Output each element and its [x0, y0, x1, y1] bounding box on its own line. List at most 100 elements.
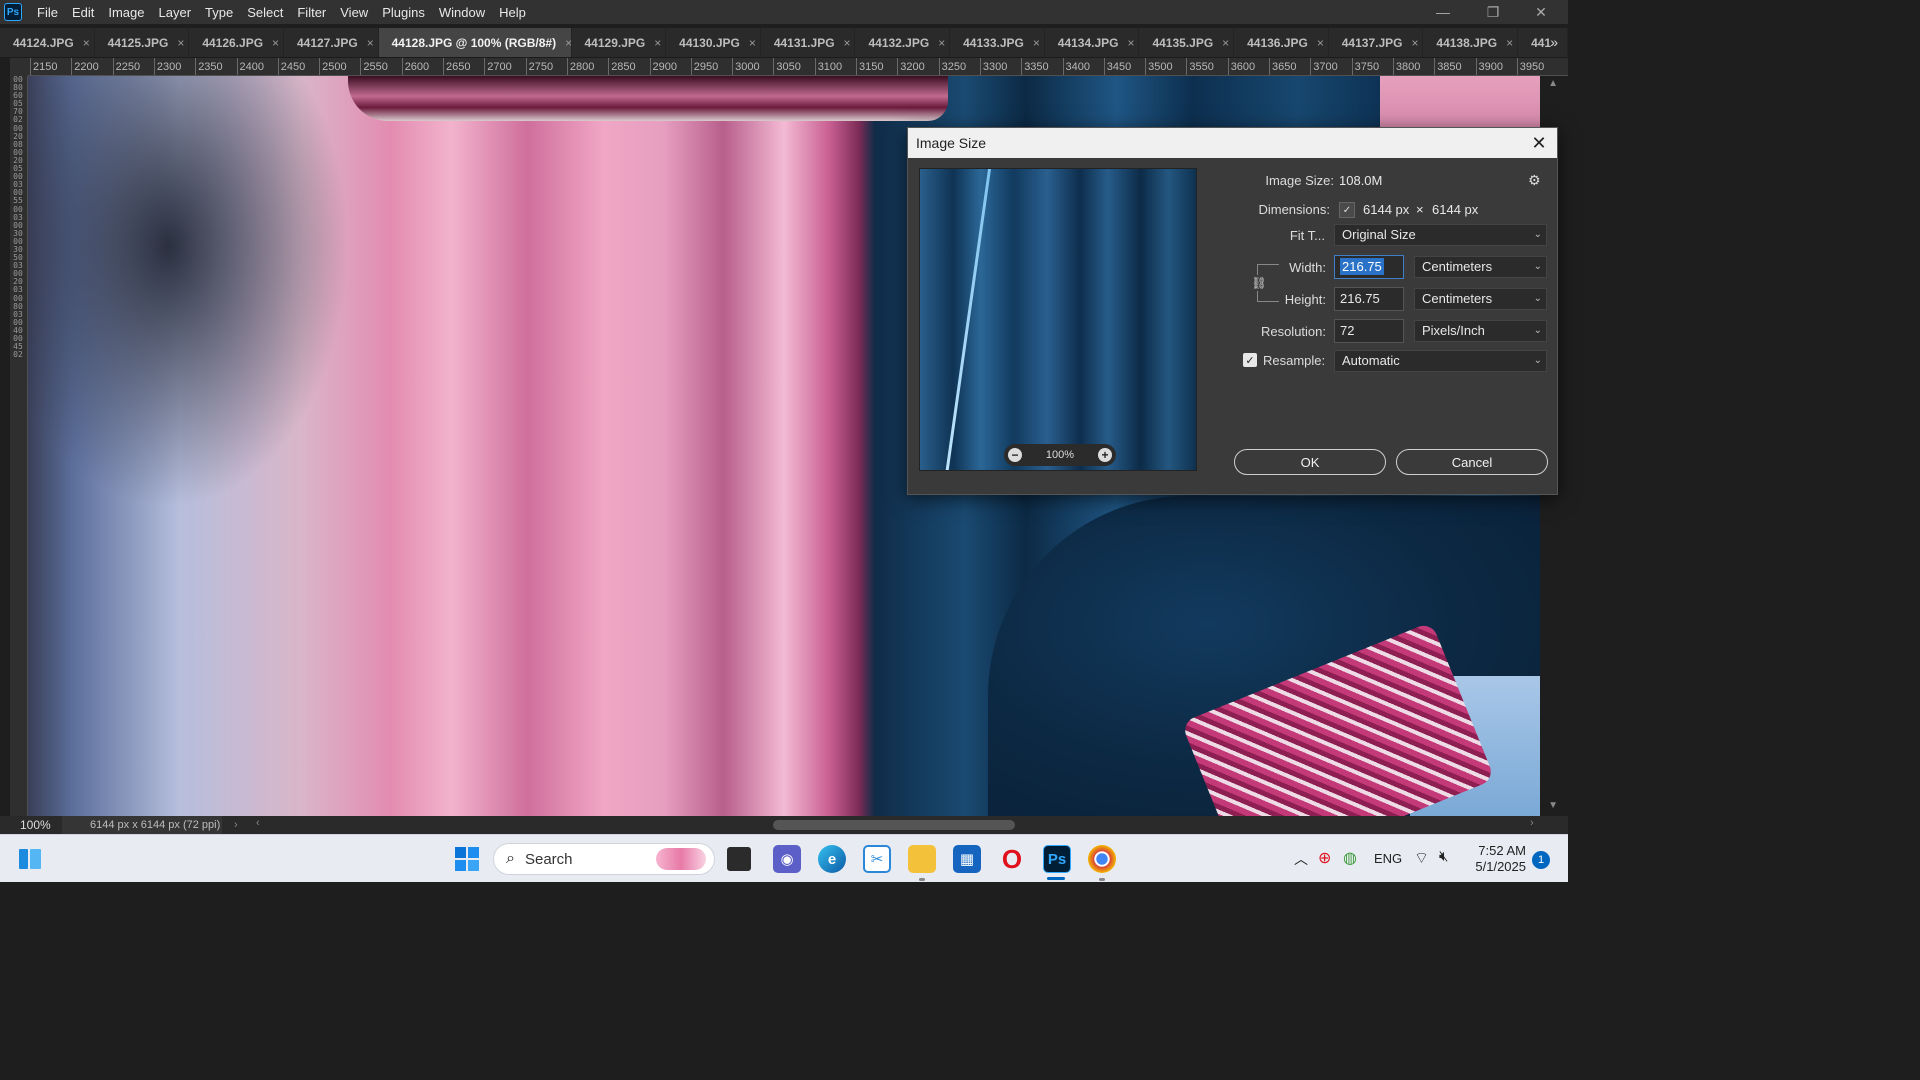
tab-document[interactable]: 44128.JPG @ 100% (RGB/8#) × [378, 28, 572, 57]
menu-type[interactable]: Type [198, 5, 240, 20]
tab-document[interactable]: 44136.JPG × [1234, 28, 1329, 57]
chrome-icon[interactable] [1088, 845, 1116, 873]
resolution-input[interactable]: 72 [1334, 319, 1404, 343]
tab-document[interactable]: 44126.JPG × [189, 28, 284, 57]
tab-close-icon[interactable]: × [844, 36, 851, 50]
tab-document[interactable]: 44133.JPG × [950, 28, 1045, 57]
tab-close-icon[interactable]: × [177, 36, 184, 50]
cancel-button[interactable]: Cancel [1396, 449, 1548, 475]
tab-document[interactable]: 44125.JPG × [94, 28, 190, 57]
tab-close-icon[interactable]: × [367, 36, 374, 50]
clock-time[interactable]: 7:52 AM [1476, 843, 1526, 858]
tab-document[interactable]: 441 [1518, 28, 1568, 57]
tab-label: 44135.JPG [1152, 35, 1214, 50]
tab-close-icon[interactable]: × [1506, 36, 1513, 50]
tab-close-icon[interactable]: × [654, 36, 661, 50]
horizontal-scrollbar-thumb[interactable] [773, 820, 1015, 830]
resample-checkbox[interactable]: ✓ [1243, 353, 1257, 367]
width-input[interactable]: 216.75 [1334, 255, 1404, 279]
vertical-ruler[interactable]: 0080600570020020080020050003005500030030… [10, 76, 28, 816]
menu-plugins[interactable]: Plugins [375, 5, 432, 20]
menu-edit[interactable]: Edit [65, 5, 101, 20]
dimensions-dropdown-icon[interactable]: ✓ [1339, 202, 1355, 218]
snipping-tool-icon[interactable]: ✂ [863, 845, 891, 873]
menu-file[interactable]: File [30, 5, 65, 20]
tab-document[interactable]: 44127.JPG × [283, 28, 379, 57]
height-unit-select[interactable]: Centimeters ⌄ [1414, 288, 1547, 310]
vpn-icon[interactable]: ⊕ [1318, 848, 1331, 868]
menu-image[interactable]: Image [101, 5, 151, 20]
microsoft-store-icon[interactable]: ▦ [953, 845, 981, 873]
close-window-button[interactable]: ✕ [1518, 0, 1564, 24]
clock-date[interactable]: 5/1/2025 [1470, 859, 1526, 874]
width-unit-select[interactable]: Centimeters ⌄ [1414, 256, 1547, 278]
image-preview[interactable]: − 100% + [919, 168, 1197, 471]
tab-document[interactable]: 44134.JPG × [1044, 28, 1140, 57]
widgets-icon[interactable] [16, 845, 44, 873]
zoom-level[interactable]: 100% [0, 818, 62, 832]
wifi-icon[interactable]: ⌔ [1414, 848, 1429, 868]
fit-to-select[interactable]: Original Size ⌄ [1334, 224, 1547, 246]
status-menu-arrow-icon[interactable]: › [234, 819, 238, 831]
windows-start-icon[interactable] [453, 845, 481, 873]
tab-document[interactable]: 44132.JPG × [855, 28, 951, 57]
taskbar-search-box[interactable]: ⌕ Search [493, 843, 715, 875]
tab-close-icon[interactable]: × [1222, 36, 1229, 50]
tab-overflow-icon[interactable]: » [1550, 34, 1558, 50]
minimize-button[interactable]: — [1420, 0, 1466, 24]
resolution-label: Resolution: [1260, 324, 1326, 339]
network-globe-icon[interactable]: ◍ [1343, 848, 1357, 868]
horizontal-ruler[interactable]: 2150 2200 2250 2300 2350 2400 2450 2500 2550 2600… [28, 58, 1568, 76]
gear-icon[interactable]: ⚙ [1528, 172, 1541, 189]
tab-close-icon[interactable]: × [1317, 36, 1324, 50]
tab-document[interactable]: 44135.JPG × [1139, 28, 1235, 57]
tab-close-icon[interactable]: × [272, 36, 279, 50]
tab-document[interactable]: 44124.JPG × [0, 28, 95, 57]
tab-close-icon[interactable]: × [938, 36, 945, 50]
dialog-close-button[interactable]: ✕ [1527, 128, 1551, 158]
file-explorer-icon[interactable] [908, 845, 936, 873]
scroll-right-icon[interactable]: › [1530, 817, 1534, 829]
ok-button[interactable]: OK [1234, 449, 1386, 475]
tab-close-icon[interactable]: × [1128, 36, 1135, 50]
edge-icon[interactable]: e [818, 845, 846, 873]
restore-button[interactable]: ❐ [1470, 0, 1516, 24]
scroll-left-icon[interactable]: ‹ [256, 817, 260, 829]
tab-close-icon[interactable]: × [83, 36, 90, 50]
tab-document[interactable]: 44131.JPG × [760, 28, 856, 57]
tab-document[interactable]: 44138.JPG × [1423, 28, 1519, 57]
scroll-down-icon[interactable]: ▼ [1548, 800, 1558, 811]
teams-icon[interactable]: ◉ [773, 845, 801, 873]
language-indicator[interactable]: ENG [1374, 851, 1402, 866]
zoom-in-icon[interactable]: + [1097, 448, 1112, 462]
menu-filter[interactable]: Filter [290, 5, 333, 20]
menu-window[interactable]: Window [432, 5, 492, 20]
zoom-out-icon[interactable]: − [1008, 448, 1022, 462]
dialog-titlebar[interactable]: Image Size ✕ [908, 128, 1557, 158]
tab-close-icon[interactable]: × [1033, 36, 1040, 50]
tab-document[interactable]: 44130.JPG × [666, 28, 761, 57]
task-view-icon[interactable] [727, 847, 751, 871]
menu-layer[interactable]: Layer [152, 5, 199, 20]
menu-select[interactable]: Select [240, 5, 290, 20]
resolution-unit-select[interactable]: Pixels/Inch ⌄ [1414, 320, 1547, 342]
opera-icon[interactable]: O [998, 844, 1026, 874]
speaker-muted-icon[interactable]: 🔇︎ [1439, 848, 1448, 865]
ruler-tick [938, 58, 940, 75]
notification-badge[interactable]: 1 [1532, 851, 1550, 869]
photoshop-icon[interactable]: Ps [1043, 845, 1071, 873]
tab-close-icon[interactable]: × [749, 36, 756, 50]
scroll-up-icon[interactable]: ▲ [1548, 78, 1558, 89]
menu-view[interactable]: View [333, 5, 375, 20]
tab-close-icon[interactable]: × [1411, 36, 1418, 50]
tab-document[interactable]: 44137.JPG × [1328, 28, 1424, 57]
tab-document[interactable]: 44129.JPG × [571, 28, 667, 57]
menu-help[interactable]: Help [492, 5, 533, 20]
tray-overflow-icon[interactable]: ︿ [1294, 849, 1308, 869]
height-input[interactable]: 216.75 [1334, 287, 1404, 311]
ruler-origin[interactable] [10, 58, 28, 76]
photoshop-logo-icon[interactable]: Ps [4, 3, 22, 21]
resample-label: Resample: [1263, 353, 1326, 368]
resample-select[interactable]: Automatic ⌄ [1334, 350, 1547, 372]
constrain-proportions-link-icon[interactable]: ⛓ [1251, 275, 1267, 291]
